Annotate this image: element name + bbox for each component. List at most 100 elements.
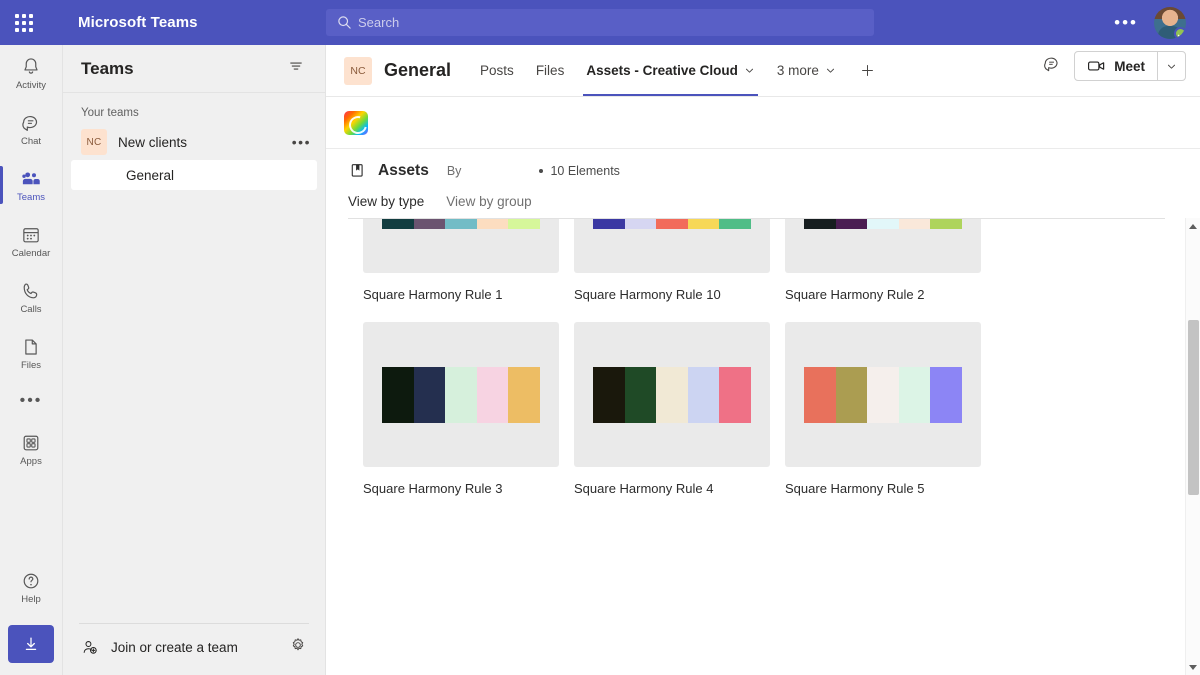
view-by-type-label: View by type (348, 194, 425, 209)
phone-icon (23, 282, 38, 298)
library-icon (351, 164, 363, 177)
assets-grid-scroll-area: Square Harmony Rule 1 Square Harmony Rule… (326, 218, 1200, 675)
channel-label: General (126, 167, 175, 183)
rail-item-calls[interactable]: Calls (0, 269, 63, 325)
assets-panel: Assets By 10 Elements View by type View … (326, 149, 1200, 675)
rail-item-activity[interactable]: Activity (0, 45, 63, 101)
filter-icon[interactable] (283, 53, 309, 84)
tab-assets-creative-cloud[interactable]: Assets - Creative Cloud (575, 45, 766, 96)
assets-view-tabs: View by type View by group (326, 186, 1200, 218)
color-swatch (687, 366, 720, 423)
color-swatch (656, 218, 688, 229)
scrollbar-track[interactable] (1186, 234, 1200, 659)
teams-sidebar: Teams Your teams NC New clients ••• Gene… (63, 45, 326, 675)
meet-button-group: Meet (1074, 51, 1186, 81)
rail-item-calendar[interactable]: Calendar (0, 213, 63, 269)
color-swatch (476, 366, 509, 423)
tab-assets-label: Assets - Creative Cloud (586, 63, 738, 78)
rail-label-calls: Calls (20, 303, 42, 315)
color-swatch (476, 218, 509, 229)
tab-posts[interactable]: Posts (469, 45, 525, 96)
meet-label: Meet (1114, 58, 1145, 74)
asset-card[interactable]: Square Harmony Rule 3 (363, 322, 559, 496)
join-team-label: Join or create a team (111, 640, 238, 655)
tab-files[interactable]: Files (525, 45, 576, 96)
rail-item-teams[interactable]: Teams (0, 157, 63, 213)
view-by-type-tab[interactable]: View by type (348, 194, 424, 218)
color-swatch (624, 218, 657, 229)
download-app-button[interactable] (8, 625, 54, 663)
app-launcher-icon[interactable] (0, 13, 48, 32)
view-by-group-label: View by group (446, 194, 532, 209)
color-swatch (930, 366, 962, 423)
sidebar-title: Teams (81, 58, 134, 78)
app-body: Activity Chat Teams Calendar Calls Files… (0, 45, 1200, 675)
title-bar: Microsoft Teams ••• (0, 0, 1200, 45)
presence-available-badge (1174, 26, 1186, 39)
assets-grid: Square Harmony Rule 1 Square Harmony Rule… (326, 218, 1200, 496)
asset-thumbnail (363, 322, 559, 467)
asset-label: Square Harmony Rule 3 (363, 481, 503, 496)
scrollbar-thumb[interactable] (1187, 320, 1199, 495)
team-row-new-clients[interactable]: NC New clients ••• (63, 126, 325, 158)
rail-label-apps: Apps (20, 455, 42, 467)
scroll-up-arrow[interactable] (1186, 218, 1200, 234)
assets-scrollbar[interactable] (1185, 218, 1200, 675)
asset-card[interactable]: Square Harmony Rule 4 (574, 322, 770, 496)
color-swatch (656, 366, 688, 423)
team-avatar: NC (81, 129, 107, 155)
team-name: New clients (118, 134, 188, 150)
color-swatch (508, 366, 540, 423)
rail-item-apps[interactable]: Apps (0, 421, 63, 477)
rail-item-chat[interactable]: Chat (0, 101, 63, 157)
color-swatch (445, 366, 477, 423)
color-swatch (382, 366, 414, 423)
gear-icon[interactable] (289, 636, 307, 659)
meet-dropdown-button[interactable] (1157, 52, 1185, 80)
color-swatch (804, 366, 836, 423)
asset-label: Square Harmony Rule 5 (785, 481, 925, 496)
file-icon (25, 338, 37, 355)
asset-card[interactable]: Square Harmony Rule 5 (785, 322, 981, 496)
rail-item-help[interactable]: Help (0, 559, 63, 615)
left-rail: Activity Chat Teams Calendar Calls Files… (0, 45, 63, 675)
asset-card[interactable]: Square Harmony Rule 10 (574, 218, 770, 302)
add-person-icon (83, 641, 97, 654)
view-by-group-tab[interactable]: View by group (446, 194, 531, 218)
tab-3-more[interactable]: 3 more (766, 45, 847, 96)
color-swatch (445, 218, 477, 229)
search-box[interactable] (326, 9, 874, 36)
titlebar-more-button[interactable]: ••• (1104, 14, 1148, 32)
join-or-create-team-button[interactable]: Join or create a team (81, 636, 307, 659)
rail-more-button[interactable]: ••• (0, 381, 63, 421)
asset-card[interactable]: Square Harmony Rule 1 (363, 218, 559, 302)
team-more-button[interactable]: ••• (290, 135, 313, 149)
assets-by-label: By (446, 163, 462, 178)
assets-count: 10 Elements (539, 164, 620, 178)
chevron-down-icon (745, 68, 753, 73)
tab-posts-label: Posts (480, 63, 514, 78)
meet-button[interactable]: Meet (1075, 52, 1157, 80)
download-icon (25, 637, 37, 650)
add-tab-button[interactable] (847, 45, 888, 96)
color-swatch (413, 218, 446, 229)
color-swatch (898, 218, 931, 229)
rail-label-chat: Chat (20, 135, 42, 147)
sidebar-footer: Join or create a team (79, 623, 309, 675)
color-swatch-strip (593, 366, 751, 423)
bell-icon (24, 57, 38, 74)
plus-icon (861, 65, 873, 76)
channel-item-general[interactable]: General (71, 160, 317, 190)
color-swatch (508, 218, 540, 229)
apps-icon (23, 435, 39, 450)
asset-label: Square Harmony Rule 1 (363, 287, 503, 302)
scroll-down-arrow[interactable] (1186, 659, 1200, 675)
asset-thumbnail (574, 218, 770, 273)
asset-card[interactable]: Square Harmony Rule 2 (785, 218, 981, 302)
channel-header-actions: Meet (1042, 51, 1186, 90)
avatar[interactable] (1154, 6, 1186, 39)
chat-bubble-icon[interactable] (1042, 54, 1062, 79)
search-input[interactable] (326, 9, 874, 36)
adobe-creative-cloud-logo[interactable] (344, 110, 368, 135)
rail-item-files[interactable]: Files (0, 325, 63, 381)
